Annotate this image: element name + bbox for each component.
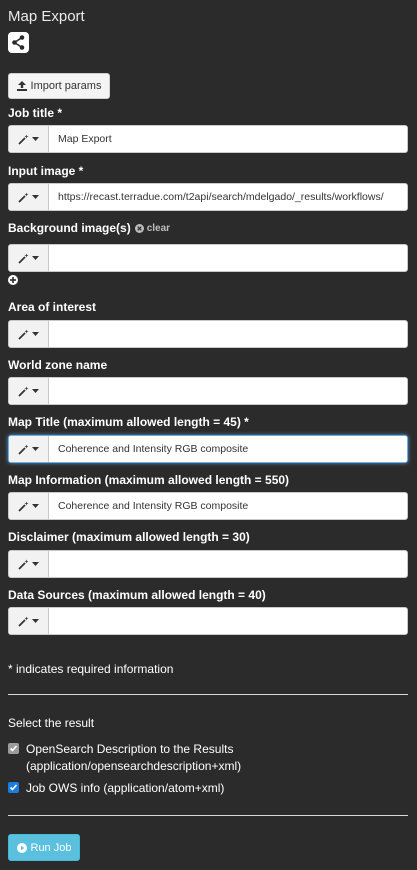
- import-params-label: Import params: [30, 80, 102, 92]
- area-of-interest-input[interactable]: [49, 321, 407, 347]
- background-images-input[interactable]: [49, 245, 407, 271]
- disclaimer-wand-dropdown[interactable]: [9, 551, 49, 577]
- data-sources-wand-dropdown[interactable]: [9, 608, 49, 634]
- background-images-label: Background image(s): [8, 221, 131, 235]
- job-title-wand-dropdown[interactable]: [9, 126, 49, 152]
- caret-down-icon: [32, 332, 39, 336]
- checkmark-icon: [9, 784, 18, 791]
- job-title-label: Job title *: [8, 106, 63, 120]
- opensearch-checkbox[interactable]: [8, 743, 19, 754]
- magic-wand-icon: [18, 501, 29, 512]
- job-ows-option-text: Job OWS info (application/atom+xml): [26, 781, 225, 795]
- map-export-panel: Map Export Import params Job title * Map…: [0, 0, 417, 870]
- times-circle-icon: [134, 223, 144, 233]
- world-zone-name-wand-dropdown[interactable]: [9, 378, 49, 404]
- map-information-label: Map Information (maximum allowed length …: [8, 473, 290, 487]
- job-ows-checkbox[interactable]: [8, 782, 19, 793]
- magic-wand-icon: [18, 616, 29, 627]
- disclaimer-label: Disclaimer (maximum allowed length = 30): [8, 530, 250, 544]
- map-title-field: Coherence and Intensity RGB composite: [8, 435, 408, 463]
- map-title-input[interactable]: Coherence and Intensity RGB composite: [49, 436, 407, 462]
- background-images-field: [8, 244, 408, 272]
- background-images-label-row: Background image(s) clear: [8, 221, 170, 235]
- magic-wand-icon: [18, 444, 29, 455]
- magic-wand-icon: [18, 134, 29, 145]
- magic-wand-icon: [18, 253, 29, 264]
- divider: [8, 694, 408, 695]
- import-params-button[interactable]: Import params: [8, 73, 110, 99]
- disclaimer-field: [8, 550, 408, 578]
- run-job-button[interactable]: Run Job: [8, 834, 80, 861]
- page-title: Map Export: [8, 8, 85, 25]
- caret-down-icon: [32, 562, 39, 566]
- run-job-label: Run Job: [30, 841, 72, 854]
- map-title-label: Map Title (maximum allowed length = 45) …: [8, 415, 249, 429]
- select-result-label: Select the result: [8, 716, 95, 730]
- share-icon[interactable]: [8, 32, 29, 53]
- result-option-job-ows: Job OWS info (application/atom+xml): [8, 780, 224, 797]
- upload-icon: [16, 81, 27, 91]
- play-circle-icon: [16, 842, 27, 853]
- clear-label: clear: [146, 222, 171, 234]
- plus-circle-icon[interactable]: [8, 275, 18, 285]
- data-sources-field: [8, 607, 408, 635]
- world-zone-name-label: World zone name: [8, 358, 108, 372]
- caret-down-icon: [32, 256, 39, 260]
- job-title-input[interactable]: Map Export: [49, 126, 407, 152]
- disclaimer-input[interactable]: [49, 551, 407, 577]
- map-title-wand-dropdown[interactable]: [9, 436, 49, 462]
- magic-wand-icon: [18, 192, 29, 203]
- job-title-field: Map Export: [8, 125, 408, 153]
- opensearch-option-line1: OpenSearch Description to the Results: [26, 742, 234, 756]
- data-sources-label: Data Sources (maximum allowed length = 4…: [8, 588, 266, 602]
- checkmark-icon: [9, 745, 18, 752]
- area-of-interest-label: Area of interest: [8, 300, 97, 314]
- area-of-interest-wand-dropdown[interactable]: [9, 321, 49, 347]
- caret-down-icon: [32, 619, 39, 623]
- world-zone-name-input[interactable]: [49, 378, 407, 404]
- magic-wand-icon: [18, 386, 29, 397]
- map-information-field: Coherence and Intensity RGB composite: [8, 492, 408, 520]
- world-zone-name-field: [8, 377, 408, 405]
- input-image-field: https://recast.terradue.com/t2api/search…: [8, 183, 408, 211]
- magic-wand-icon: [18, 559, 29, 570]
- caret-down-icon: [32, 195, 39, 199]
- background-images-wand-dropdown[interactable]: [9, 245, 49, 271]
- opensearch-option-line2: (application/opensearchdescription+xml): [26, 759, 242, 773]
- map-information-input[interactable]: Coherence and Intensity RGB composite: [49, 493, 407, 519]
- caret-down-icon: [32, 447, 39, 451]
- map-information-wand-dropdown[interactable]: [9, 493, 49, 519]
- result-option-opensearch: OpenSearch Description to the Results (a…: [8, 741, 241, 775]
- data-sources-input[interactable]: [49, 608, 407, 634]
- clear-background-link[interactable]: clear: [134, 222, 171, 234]
- input-image-wand-dropdown[interactable]: [9, 184, 49, 210]
- input-image-label: Input image *: [8, 164, 84, 178]
- caret-down-icon: [32, 389, 39, 393]
- required-info-note: * indicates required information: [8, 662, 174, 676]
- opensearch-option-text: OpenSearch Description to the Results (a…: [26, 741, 241, 775]
- input-image-input[interactable]: https://recast.terradue.com/t2api/search…: [49, 184, 407, 210]
- area-of-interest-field: [8, 320, 408, 348]
- caret-down-icon: [32, 504, 39, 508]
- divider: [8, 815, 408, 816]
- caret-down-icon: [32, 137, 39, 141]
- magic-wand-icon: [18, 329, 29, 340]
